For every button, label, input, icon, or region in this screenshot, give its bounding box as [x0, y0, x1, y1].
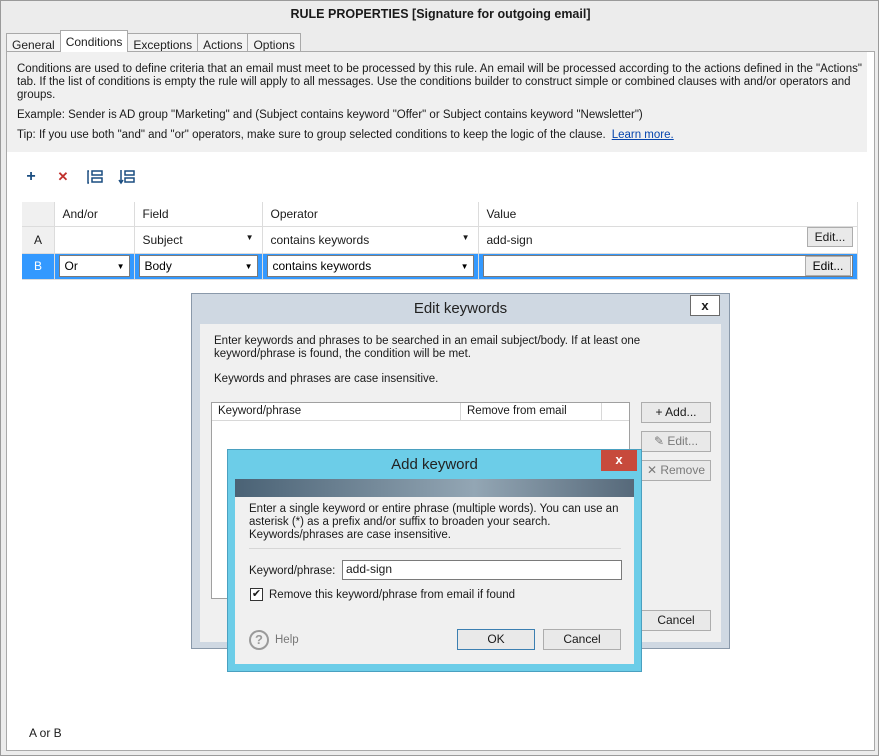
cancel-button[interactable]: Cancel [543, 629, 621, 650]
edit-value-button[interactable]: Edit... [805, 256, 851, 276]
table-row[interactable]: B Or ▼ Body ▼ contains keywords ▼ Edit... [22, 253, 858, 280]
value-input[interactable]: Edit... [482, 255, 853, 277]
tab-bar: General Conditions Exceptions Actions Op… [6, 30, 301, 52]
clause-summary: A or B [29, 726, 62, 740]
operator-value: contains keywords [272, 259, 372, 273]
window-title: RULE PROPERTIES [Signature for outgoing … [290, 7, 591, 21]
conditions-grid: And/or Field Operator Value A Subject ▼ c… [22, 202, 858, 280]
chevron-down-icon: ▼ [116, 261, 125, 271]
delete-x-icon: ✕ [57, 169, 69, 184]
close-icon[interactable]: x [601, 450, 637, 471]
keyword-input[interactable]: add-sign [342, 560, 622, 580]
field-select[interactable]: Body ▼ [138, 255, 258, 277]
field-cell[interactable]: Body ▼ [134, 253, 263, 280]
keyword-list-header: Keyword/phrase Remove from email [212, 403, 629, 421]
add-keyword-button[interactable]: + Add... [641, 402, 711, 423]
case-note: Keywords and phrases are case insensitiv… [214, 373, 439, 385]
conditions-description: Conditions are used to define criteria t… [17, 63, 862, 101]
operator-value: contains keywords [270, 232, 370, 247]
chevron-down-icon: ▼ [245, 232, 254, 242]
row-id: B [22, 253, 55, 280]
grid-header: And/or Field Operator Value [22, 202, 858, 227]
col-andor: And/or [54, 202, 135, 227]
remove-keyword-button[interactable]: ✕ Remove [641, 460, 711, 481]
remove-from-email-checkbox[interactable]: ✔ Remove this keyword/phrase from email … [250, 588, 515, 601]
chevron-down-icon: ▼ [244, 261, 253, 271]
operator-cell[interactable]: contains keywords ▼ [262, 253, 479, 280]
row-id: A [22, 226, 55, 254]
close-icon[interactable]: x [690, 295, 720, 316]
ungroup-conditions-button[interactable] [117, 167, 137, 187]
group-icon [87, 170, 103, 184]
value-cell[interactable]: Edit... [478, 253, 858, 280]
col-remove: Remove from email [461, 403, 602, 420]
col-value: Value [478, 202, 858, 227]
conditions-toolbar: + ✕ [21, 167, 137, 187]
conditions-example: Example: Sender is AD group "Marketing" … [17, 109, 643, 121]
andor-cell[interactable]: Or ▼ [54, 253, 135, 280]
col-keyword: Keyword/phrase [212, 403, 461, 420]
ok-button[interactable]: OK [457, 629, 535, 650]
dialog-body: Enter a single keyword or entire phrase … [235, 479, 634, 664]
chevron-down-icon: ▼ [460, 261, 469, 271]
learn-more-link[interactable]: Learn more. [612, 129, 674, 141]
tab-general[interactable]: General [6, 33, 61, 52]
conditions-tip: Tip: If you use both "and" and "or" oper… [17, 129, 674, 141]
dialog-description: Enter keywords and phrases to be searche… [214, 335, 641, 360]
dialog-title: Edit keywords [413, 300, 508, 317]
add-condition-button[interactable]: + [21, 167, 41, 187]
help-label: Help [275, 634, 299, 646]
field-value: Body [144, 259, 172, 273]
dialog-title: Add keyword [391, 456, 478, 473]
delete-condition-button[interactable]: ✕ [53, 167, 73, 187]
value-cell[interactable]: add-sign Edit... [478, 226, 858, 254]
andor-value: Or [64, 259, 78, 273]
chevron-down-icon: ▼ [461, 232, 470, 242]
edit-value-button[interactable]: Edit... [807, 226, 853, 247]
dialog-description: Enter a single keyword or entire phrase … [249, 503, 619, 541]
andor-cell[interactable] [54, 226, 135, 254]
field-value: Subject [142, 232, 183, 247]
table-row[interactable]: A Subject ▼ contains keywords ▼ add-sign Ed… [22, 226, 858, 254]
group-conditions-button[interactable] [85, 167, 105, 187]
plus-icon: + [26, 168, 36, 185]
field-cell[interactable]: Subject ▼ [134, 226, 263, 254]
ungroup-icon [118, 170, 135, 185]
col-id [22, 202, 55, 227]
operator-select[interactable]: contains keywords ▼ [266, 255, 474, 277]
edit-keyword-button[interactable]: ✎ Edit... [641, 431, 711, 452]
tab-actions[interactable]: Actions [197, 33, 249, 52]
col-field: Field [134, 202, 263, 227]
cancel-button[interactable]: Cancel [641, 610, 711, 631]
operator-cell[interactable]: contains keywords ▼ [262, 226, 479, 254]
divider [249, 548, 621, 549]
tab-conditions[interactable]: Conditions [59, 30, 129, 52]
value-text: add-sign [486, 232, 533, 247]
tab-exceptions[interactable]: Exceptions [127, 33, 199, 52]
help-link[interactable]: ? Help [249, 630, 299, 650]
checkbox[interactable]: ✔ [250, 588, 263, 601]
col-operator: Operator [262, 202, 479, 227]
help-icon: ? [249, 630, 269, 650]
add-keyword-dialog: Add keyword x Enter a single keyword or … [227, 449, 642, 672]
andor-select[interactable]: Or ▼ [58, 255, 130, 277]
checkbox-label: Remove this keyword/phrase from email if… [269, 588, 516, 601]
tab-options[interactable]: Options [247, 33, 301, 52]
tip-text: Tip: If you use both "and" and "or" oper… [17, 129, 606, 141]
keyword-label: Keyword/phrase: [249, 565, 336, 577]
header-band [235, 479, 634, 497]
